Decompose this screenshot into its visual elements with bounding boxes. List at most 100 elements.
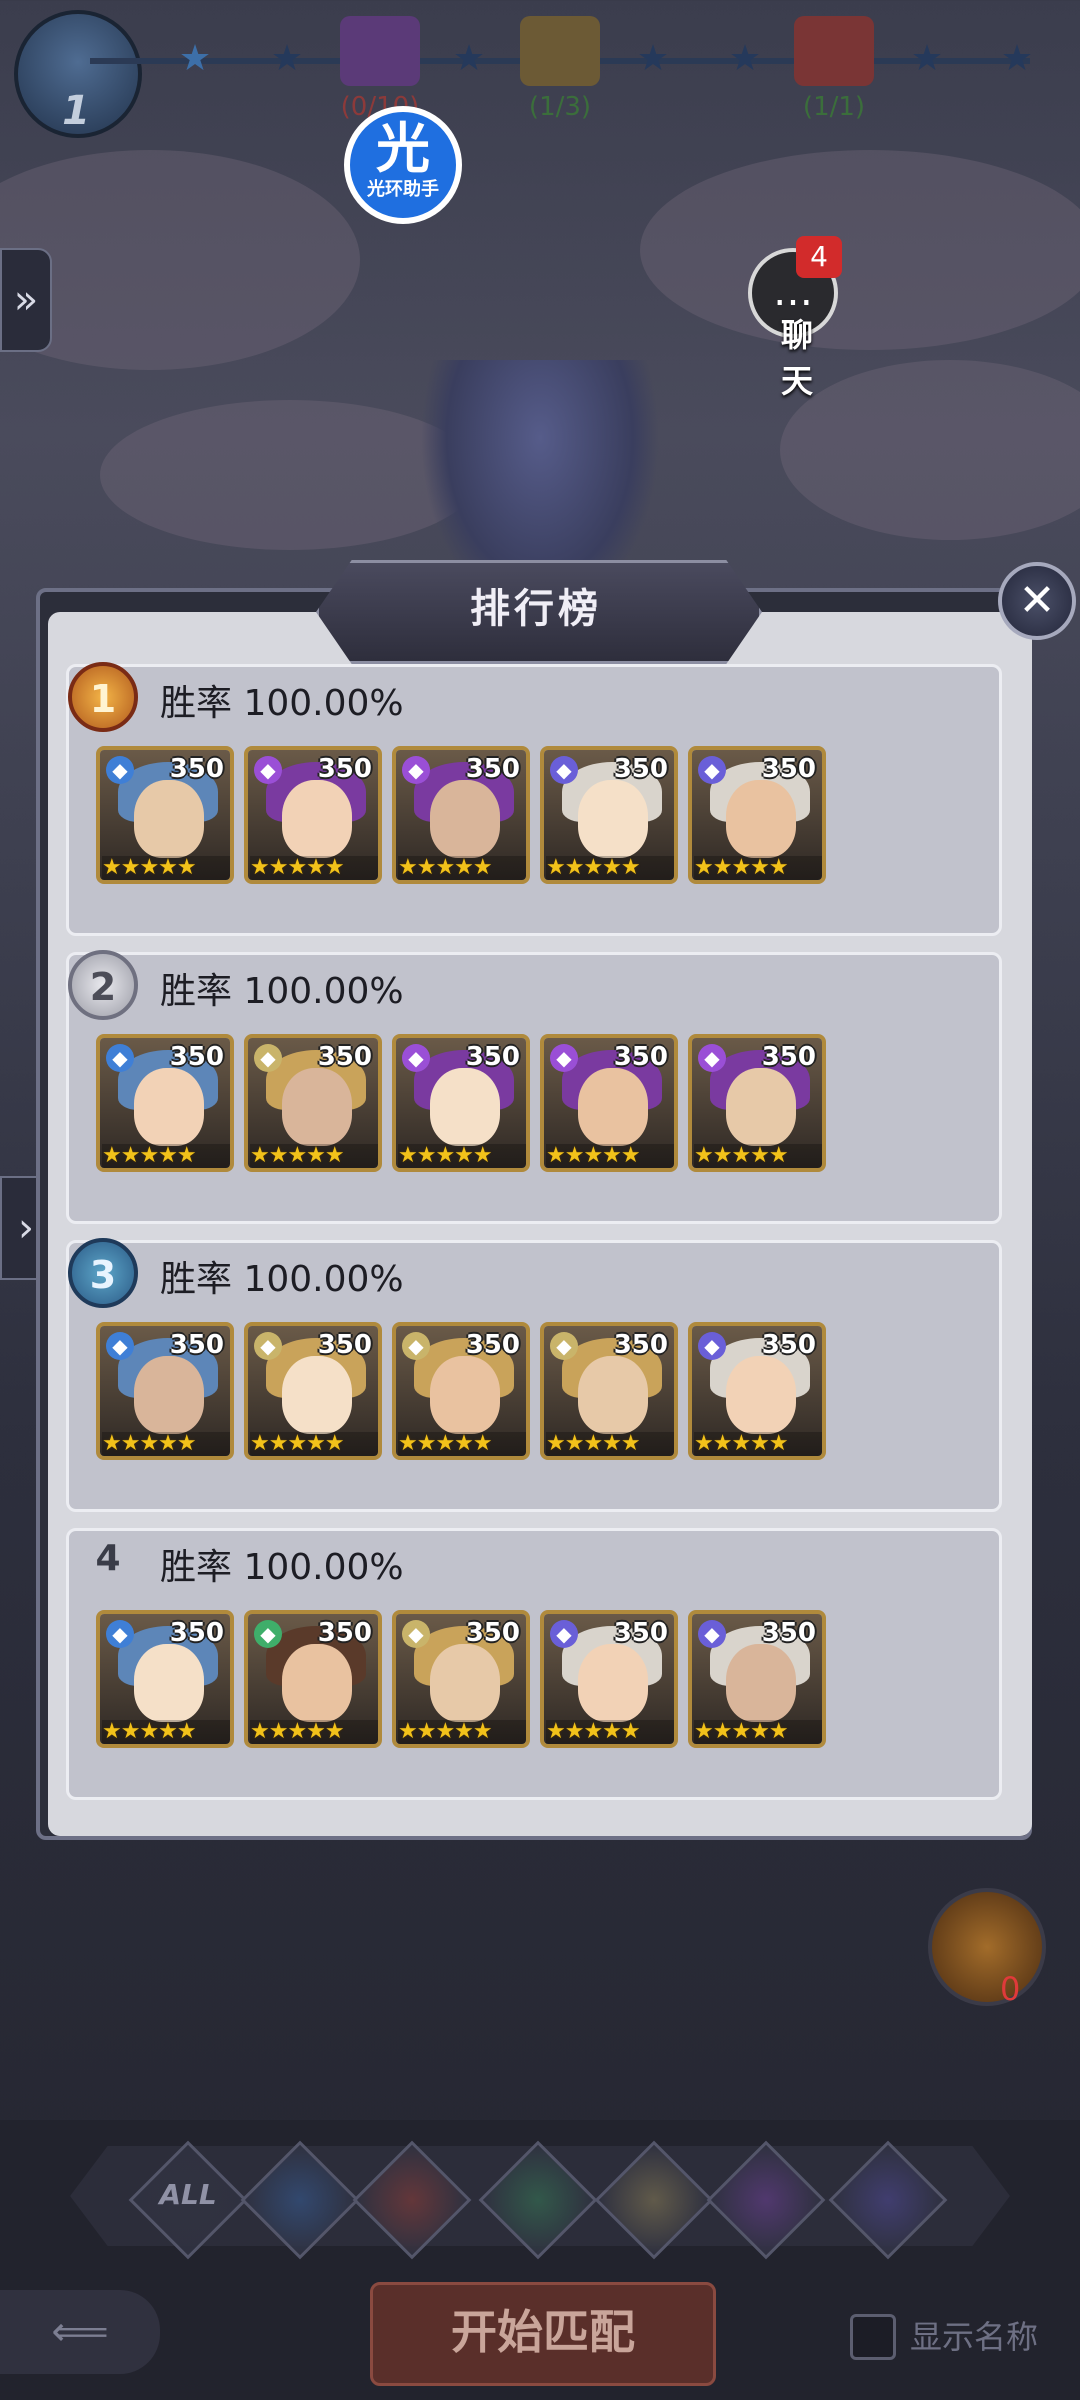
hero-portrait[interactable]: ◆ 350 ★★★★★ xyxy=(540,1322,678,1460)
hero-level: 350 xyxy=(465,754,520,784)
hero-portrait[interactable]: ◆ 350 ★★★★★ xyxy=(688,1034,826,1172)
hero-portrait[interactable]: ◆ 350 ★★★★★ xyxy=(540,1034,678,1172)
wind-element-icon: ◆ xyxy=(254,1620,282,1648)
hero-portrait[interactable]: ◆ 350 ★★★★★ xyxy=(392,1610,530,1748)
helper-label: 光环助手 xyxy=(367,179,439,200)
helper-floating-button[interactable]: 光 光环助手 xyxy=(344,106,462,224)
hero-stars: ★★★★★ xyxy=(398,1432,526,1456)
hero-level: 350 xyxy=(169,1618,224,1648)
hero-stars: ★★★★★ xyxy=(546,856,674,880)
hero-stars: ★★★★★ xyxy=(250,1144,378,1168)
hero-level: 350 xyxy=(317,754,372,784)
light-element-icon: ◆ xyxy=(402,1332,430,1360)
chat-label: 聊 天 xyxy=(780,316,823,400)
hero-level: 350 xyxy=(613,754,668,784)
chest-count-3: (1/1) xyxy=(802,92,866,122)
progress-star-icon: ★ xyxy=(452,38,486,79)
hero-level: 350 xyxy=(465,1042,520,1072)
win-rate: 胜率 100.00% xyxy=(160,1259,404,1300)
light-element-icon: ◆ xyxy=(402,1620,430,1648)
progress-star-icon: ★ xyxy=(636,38,670,79)
light-element-icon: ◆ xyxy=(550,1332,578,1360)
hero-portrait[interactable]: ◆ 350 ★★★★★ xyxy=(244,1034,382,1172)
water-element-icon: ◆ xyxy=(106,1332,134,1360)
dark-element-icon: ◆ xyxy=(550,1044,578,1072)
rank-medal-icon: 1 xyxy=(68,662,138,732)
light-element-icon: ◆ xyxy=(254,1332,282,1360)
back-button[interactable]: ⟸ xyxy=(0,2290,160,2374)
hero-stars: ★★★★★ xyxy=(694,856,822,880)
hero-stars: ★★★★★ xyxy=(398,856,526,880)
water-element-icon: ◆ xyxy=(106,756,134,784)
hero-portrait[interactable]: ◆ 350 ★★★★★ xyxy=(244,1610,382,1748)
hero-stars: ★★★★★ xyxy=(102,1720,230,1744)
hero-portrait[interactable]: ◆ 350 ★★★★★ xyxy=(688,1610,826,1748)
win-rate: 胜率 100.00% xyxy=(160,971,404,1012)
hero-portrait[interactable]: ◆ 350 ★★★★★ xyxy=(244,1322,382,1460)
hero-level: 350 xyxy=(465,1330,520,1360)
progress-star-icon: ★ xyxy=(270,38,304,79)
hero-portrait[interactable]: ◆ 350 ★★★★★ xyxy=(244,746,382,884)
hero-portrait[interactable]: ◆ 350 ★★★★★ xyxy=(96,1610,234,1748)
cosmic-element-icon: ◆ xyxy=(698,1620,726,1648)
side-expand-arrow-icon[interactable]: » xyxy=(0,248,52,352)
progress-star-icon: ★ xyxy=(178,38,212,79)
dark-element-icon: ◆ xyxy=(698,1044,726,1072)
hero-portrait[interactable]: ◆ 350 ★★★★★ xyxy=(392,1034,530,1172)
reward-chest-3[interactable] xyxy=(794,16,874,86)
show-names-checkbox[interactable] xyxy=(850,2314,896,2360)
hero-level: 350 xyxy=(761,1042,816,1072)
coin-count: 0 xyxy=(1000,1970,1021,2008)
hero-stars: ★★★★★ xyxy=(546,1144,674,1168)
hero-level: 350 xyxy=(317,1618,372,1648)
card-coin-button[interactable] xyxy=(928,1888,1046,2006)
hero-stars: ★★★★★ xyxy=(250,856,378,880)
win-rate: 胜率 100.00% xyxy=(160,1547,404,1588)
chat-unread-badge: 4 xyxy=(796,236,842,278)
back-arrow-icon: ⟸ xyxy=(51,2309,109,2355)
hero-stars: ★★★★★ xyxy=(694,1432,822,1456)
hero-level: 350 xyxy=(169,1042,224,1072)
hero-stars: ★★★★★ xyxy=(398,1144,526,1168)
filter-label: ALL xyxy=(159,2178,217,2211)
hero-stars: ★★★★★ xyxy=(546,1432,674,1456)
cosmic-element-icon: ◆ xyxy=(550,1620,578,1648)
hero-portrait[interactable]: ◆ 350 ★★★★★ xyxy=(540,746,678,884)
water-element-icon: ◆ xyxy=(106,1044,134,1072)
hero-portrait[interactable]: ◆ 350 ★★★★★ xyxy=(688,1322,826,1460)
hero-stars: ★★★★★ xyxy=(102,1432,230,1456)
hero-stars: ★★★★★ xyxy=(250,1720,378,1744)
close-icon[interactable]: ✕ xyxy=(998,562,1076,640)
win-rate: 胜率 100.00% xyxy=(160,683,404,724)
hero-stars: ★★★★★ xyxy=(250,1432,378,1456)
hero-portrait[interactable]: ◆ 350 ★★★★★ xyxy=(688,746,826,884)
cosmic-element-icon: ◆ xyxy=(550,756,578,784)
start-match-button[interactable]: 开始匹配 xyxy=(370,2282,716,2386)
level-number: 1 xyxy=(62,88,90,134)
leaderboard-title: 排行榜 xyxy=(470,586,602,632)
dark-element-icon: ◆ xyxy=(254,756,282,784)
hero-portrait[interactable]: ◆ 350 ★★★★★ xyxy=(96,1322,234,1460)
hero-stars: ★★★★★ xyxy=(398,1720,526,1744)
hero-level: 350 xyxy=(613,1042,668,1072)
hero-level: 350 xyxy=(317,1330,372,1360)
hero-level: 350 xyxy=(169,1330,224,1360)
progress-star-icon: ★ xyxy=(728,38,762,79)
hero-stars: ★★★★★ xyxy=(102,1144,230,1168)
hero-portrait[interactable]: ◆ 350 ★★★★★ xyxy=(96,746,234,884)
reward-chest-2[interactable] xyxy=(520,16,600,86)
reward-chest-1[interactable] xyxy=(340,16,420,86)
dark-element-icon: ◆ xyxy=(402,756,430,784)
cosmic-element-icon: ◆ xyxy=(698,756,726,784)
hero-level: 350 xyxy=(465,1618,520,1648)
hero-portrait[interactable]: ◆ 350 ★★★★★ xyxy=(392,1322,530,1460)
hero-portrait[interactable]: ◆ 350 ★★★★★ xyxy=(392,746,530,884)
rank-medal-icon: 3 xyxy=(68,1238,138,1308)
chest-count-2: (1/3) xyxy=(528,92,592,122)
progress-star-icon: ★ xyxy=(1000,38,1034,79)
rank-medal-icon: 2 xyxy=(68,950,138,1020)
rank-number: 4 xyxy=(95,1538,121,1579)
hero-portrait[interactable]: ◆ 350 ★★★★★ xyxy=(540,1610,678,1748)
hero-portrait[interactable]: ◆ 350 ★★★★★ xyxy=(96,1034,234,1172)
hero-level: 350 xyxy=(761,754,816,784)
